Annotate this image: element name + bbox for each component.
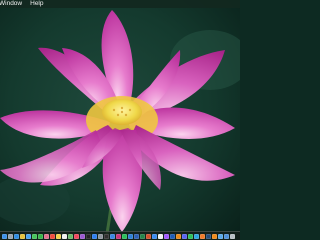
reminders-icon[interactable] bbox=[62, 233, 67, 239]
folder-icon[interactable] bbox=[218, 233, 223, 239]
slack-icon[interactable] bbox=[116, 233, 121, 239]
photoshop-icon[interactable] bbox=[170, 233, 175, 239]
facetime-icon[interactable] bbox=[38, 233, 43, 239]
chrome-icon[interactable] bbox=[20, 233, 25, 239]
powerpoint-icon[interactable] bbox=[146, 233, 151, 239]
xcode-icon[interactable] bbox=[110, 233, 115, 239]
app-store-icon[interactable] bbox=[92, 233, 97, 239]
dock bbox=[0, 231, 240, 240]
discord-icon[interactable] bbox=[182, 233, 187, 239]
messages-icon[interactable] bbox=[32, 233, 37, 239]
menu-bar: Window Help bbox=[0, 0, 240, 8]
photos-icon[interactable] bbox=[44, 233, 49, 239]
vscode-icon[interactable] bbox=[128, 233, 133, 239]
excel-icon[interactable] bbox=[140, 233, 145, 239]
calendar-icon[interactable] bbox=[50, 233, 55, 239]
steam-icon[interactable] bbox=[206, 233, 211, 239]
vlc-icon[interactable] bbox=[212, 233, 217, 239]
zoom-icon[interactable] bbox=[152, 233, 157, 239]
desktop-screen: Window Help bbox=[0, 0, 240, 240]
firefox-icon[interactable] bbox=[200, 233, 205, 239]
downloads-icon[interactable] bbox=[224, 233, 229, 239]
music-icon[interactable] bbox=[74, 233, 79, 239]
menu-window[interactable]: Window bbox=[0, 0, 22, 8]
illustrator-icon[interactable] bbox=[176, 233, 181, 239]
figma-icon[interactable] bbox=[164, 233, 169, 239]
terminal-icon[interactable] bbox=[104, 233, 109, 239]
lotus-flower-icon bbox=[0, 0, 240, 240]
menu-help[interactable]: Help bbox=[30, 0, 43, 8]
notes-icon[interactable] bbox=[56, 233, 61, 239]
word-icon[interactable] bbox=[134, 233, 139, 239]
telegram-icon[interactable] bbox=[194, 233, 199, 239]
podcasts-icon[interactable] bbox=[80, 233, 85, 239]
launchpad-icon[interactable] bbox=[8, 233, 13, 239]
safari-icon[interactable] bbox=[14, 233, 19, 239]
mail-icon[interactable] bbox=[26, 233, 31, 239]
notion-icon[interactable] bbox=[158, 233, 163, 239]
whatsapp-icon[interactable] bbox=[188, 233, 193, 239]
maps-icon[interactable] bbox=[68, 233, 73, 239]
finder-icon[interactable] bbox=[2, 233, 7, 239]
tv-icon[interactable] bbox=[86, 233, 91, 239]
preferences-icon[interactable] bbox=[98, 233, 103, 239]
spotify-icon[interactable] bbox=[122, 233, 127, 239]
trash-icon[interactable] bbox=[230, 233, 235, 239]
